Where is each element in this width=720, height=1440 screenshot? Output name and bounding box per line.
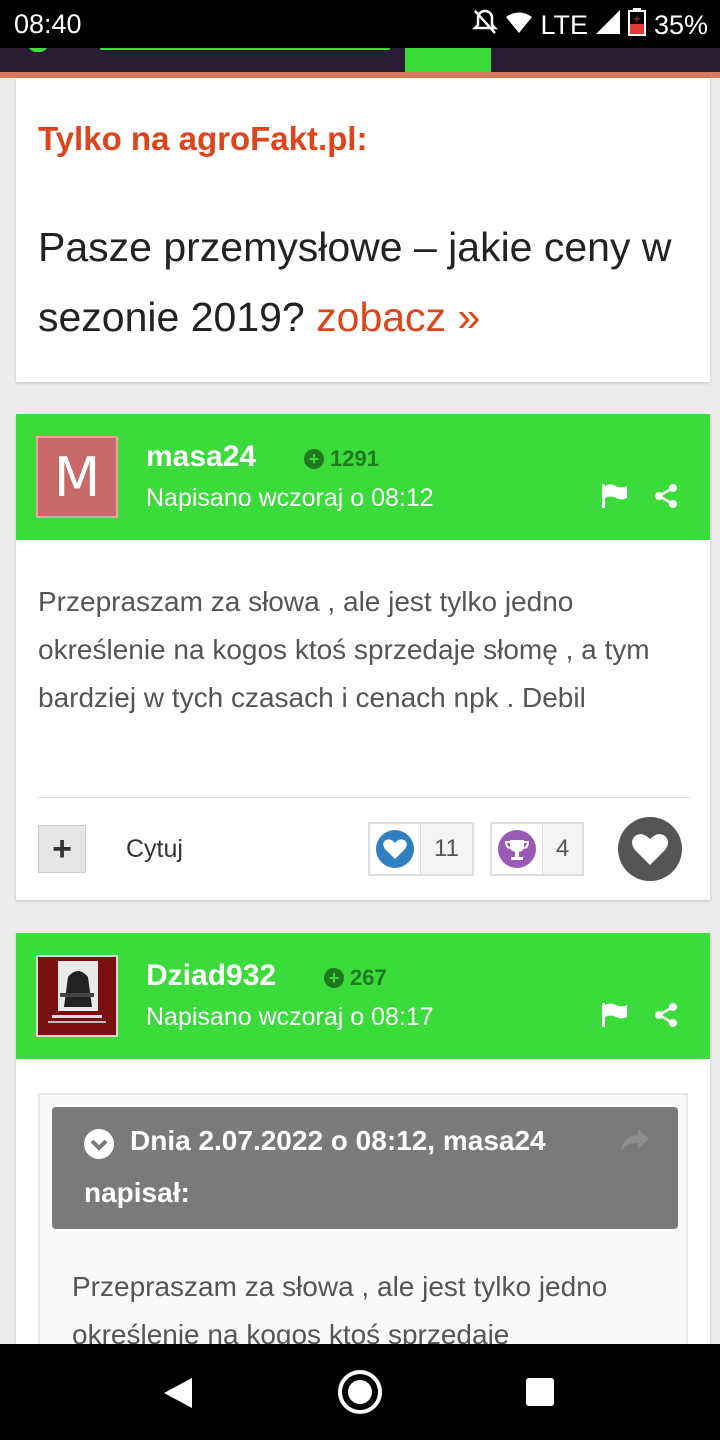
post-header: Dziad932 + 267 Napisano wczoraj o 08:17: [16, 933, 710, 1059]
forum-post: M masa24 + 1291 Napisano wczoraj o 08:12…: [16, 414, 710, 900]
heart-icon: [370, 824, 421, 874]
trophy-icon: [492, 824, 543, 874]
signal-icon: [595, 10, 620, 41]
reaction-count: 4: [555, 835, 570, 862]
forum-post: Dziad932 + 267 Napisano wczoraj o 08:17 …: [16, 933, 710, 1393]
home-icon[interactable]: [338, 1370, 382, 1414]
reaction-count: 11: [434, 835, 459, 862]
heart-icon: [632, 834, 668, 865]
svg-text:+: +: [633, 14, 641, 25]
recents-icon[interactable]: [526, 1378, 554, 1406]
reaction-trophy[interactable]: 4: [490, 822, 584, 876]
post-author[interactable]: masa24: [146, 440, 256, 474]
quote-header-line1: Dnia 2.07.2022 o 08:12, masa24: [130, 1125, 546, 1156]
site-navbar: [0, 44, 720, 78]
plus-circle-icon: +: [324, 968, 344, 988]
reputation-badge: + 1291: [304, 446, 379, 472]
promo-headline[interactable]: Pasze przemysłowe – jakie ceny w sezonie…: [38, 212, 688, 352]
quote-button[interactable]: Cytuj: [126, 835, 183, 864]
status-time: 08:40: [14, 9, 82, 39]
chevron-down-icon[interactable]: [84, 1129, 114, 1159]
share-icon[interactable]: [654, 1003, 678, 1032]
plus-circle-icon: +: [304, 449, 324, 469]
promo-more-link[interactable]: zobacz »: [316, 294, 480, 340]
quote-header-line2: napisał:: [84, 1177, 190, 1208]
avatar[interactable]: [36, 955, 118, 1037]
go-to-quoted-post-icon[interactable]: [620, 1127, 650, 1160]
quote-header[interactable]: Dnia 2.07.2022 o 08:12, masa24 napisał:: [52, 1107, 678, 1229]
status-bar: 08:40 LTE + 35%: [0, 0, 720, 48]
reaction-like[interactable]: 11: [368, 822, 474, 876]
reputation-badge: + 267: [324, 965, 387, 991]
promo-card: Tylko na agroFakt.pl: Pasze przemysłowe …: [16, 78, 710, 382]
wifi-icon: [506, 10, 533, 41]
flag-icon[interactable]: [602, 1003, 628, 1032]
flag-icon[interactable]: [602, 484, 628, 513]
avatar[interactable]: M: [36, 436, 118, 518]
multiquote-button[interactable]: +: [38, 825, 86, 873]
post-date: Napisano wczoraj o 08:17: [146, 1003, 434, 1031]
system-navigation-bar: [0, 1344, 720, 1440]
like-button[interactable]: [618, 817, 682, 881]
network-type: LTE: [540, 10, 588, 40]
promo-label: Tylko na agroFakt.pl:: [38, 120, 368, 157]
post-header: M masa24 + 1291 Napisano wczoraj o 08:12: [16, 414, 710, 540]
battery-level: 35%: [653, 10, 708, 40]
reputation-count: 1291: [330, 446, 379, 471]
reputation-count: 267: [350, 965, 387, 990]
nav-active-tab[interactable]: [405, 48, 491, 72]
post-divider: [38, 797, 690, 798]
battery-icon: +: [627, 8, 646, 43]
post-author[interactable]: Dziad932: [146, 959, 276, 993]
back-icon[interactable]: [162, 1376, 194, 1415]
post-date: Napisano wczoraj o 08:12: [146, 484, 434, 512]
notifications-off-icon: [472, 8, 499, 43]
share-icon[interactable]: [654, 484, 678, 513]
post-body: Przepraszam za słowa , ale jest tylko je…: [38, 586, 650, 713]
